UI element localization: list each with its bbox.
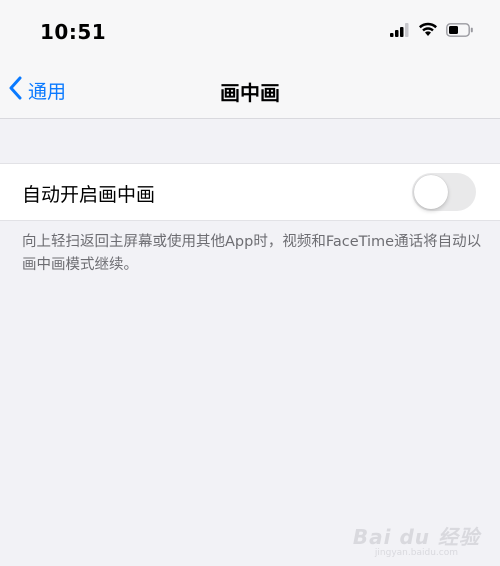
toggle-knob — [414, 175, 448, 209]
page-title: 画中画 — [220, 81, 280, 105]
auto-pip-label: 自动开启画中画 — [22, 184, 156, 206]
wifi-icon — [418, 22, 438, 41]
status-bar: 10:51 — [0, 0, 500, 64]
status-time: 10:51 — [40, 20, 107, 44]
status-icons — [390, 22, 474, 41]
navigation-bar: 通用 画中画 — [0, 64, 500, 119]
setting-description: 向上轻扫返回主屏幕或使用其他App时，视频和FaceTime通话将自动以画中画模… — [22, 234, 482, 273]
watermark: Bai du 经验 jingyan.baidu.com — [353, 521, 480, 558]
battery-icon — [446, 22, 474, 41]
auto-pip-setting-row: 自动开启画中画 — [0, 163, 500, 221]
signal-icon — [390, 22, 410, 41]
auto-pip-toggle[interactable] — [412, 173, 476, 211]
watermark-logo: Bai du 经验 — [352, 525, 480, 549]
